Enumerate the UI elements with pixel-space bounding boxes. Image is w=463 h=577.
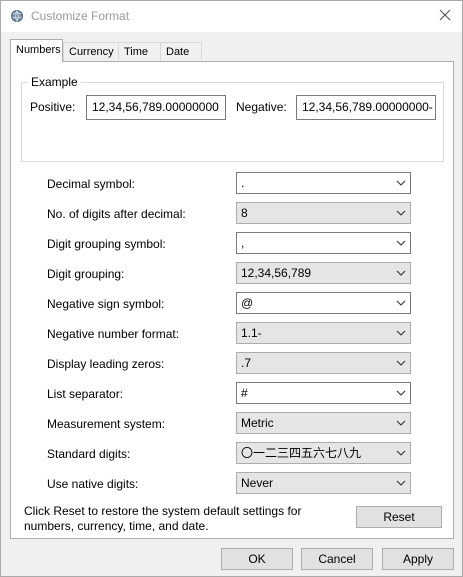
apply-button[interactable]: Apply [382, 548, 454, 570]
decimal-symbol-combo[interactable]: . [236, 172, 411, 194]
tab-date[interactable]: Date [160, 42, 202, 61]
chevron-down-icon [396, 450, 406, 456]
negative-sign-symbol-label: Negative sign symbol: [47, 297, 165, 311]
cancel-button[interactable]: Cancel [301, 548, 373, 570]
tab-currency[interactable]: Currency [63, 42, 119, 61]
digits-after-decimal-label: No. of digits after decimal: [47, 207, 186, 221]
window-title: Customize Format [31, 9, 130, 23]
measurement-system-dropdown[interactable]: Metric [236, 412, 411, 434]
chevron-down-icon[interactable] [396, 298, 406, 308]
example-group [21, 82, 444, 162]
tab-label: Currency [69, 46, 114, 58]
negative-number-format-label: Negative number format: [47, 327, 180, 341]
digit-grouping-symbol-combo[interactable]: , [236, 232, 411, 254]
reset-description: Click Reset to restore the system defaul… [24, 504, 324, 534]
decimal-symbol-label: Decimal symbol: [47, 177, 136, 191]
display-leading-zeros-label: Display leading zeros: [47, 357, 165, 371]
example-group-label: Example [28, 75, 81, 89]
combo-value: 12,34,56,789 [241, 266, 312, 280]
combo-value: 1.1- [241, 326, 262, 340]
chevron-down-icon[interactable] [396, 178, 406, 188]
combo-value: Never [241, 476, 274, 490]
tab-label: Date [166, 46, 190, 58]
region-globe-icon [10, 9, 24, 23]
combo-value: , [241, 236, 245, 250]
tab-label: Numbers [16, 44, 61, 56]
negative-sign-symbol-combo[interactable]: @ [236, 292, 411, 314]
standard-digits-dropdown[interactable]: 〇一二三四五六七八九 [236, 442, 411, 464]
positive-label: Positive: [30, 100, 76, 114]
digit-grouping-symbol-label: Digit grouping symbol: [47, 237, 166, 251]
chevron-down-icon [396, 210, 406, 216]
tab-numbers[interactable]: Numbers [10, 39, 63, 62]
reset-description-line: Click Reset to restore the system defaul… [24, 504, 302, 518]
chevron-down-icon[interactable] [396, 238, 406, 248]
ok-button[interactable]: OK [221, 548, 293, 570]
tab-time[interactable]: Time [118, 42, 161, 61]
negative-example-box: 12,34,56,789.00000000- [296, 95, 436, 120]
combo-value: # [241, 386, 248, 400]
negative-number-format-dropdown[interactable]: 1.1- [236, 322, 411, 344]
measurement-system-label: Measurement system: [47, 417, 166, 431]
chevron-down-icon [396, 330, 406, 336]
use-native-digits-dropdown[interactable]: Never [236, 472, 411, 494]
reset-description-line: numbers, currency, time, and date. [24, 519, 209, 533]
digit-grouping-label: Digit grouping: [47, 267, 125, 281]
tab-label: Time [124, 46, 149, 58]
use-native-digits-label: Use native digits: [47, 477, 139, 491]
combo-value: Metric [241, 416, 274, 430]
digits-after-decimal-dropdown[interactable]: 8 [236, 202, 411, 224]
display-leading-zeros-dropdown[interactable]: .7 [236, 352, 411, 374]
negative-label: Negative: [236, 100, 287, 114]
list-separator-label: List separator: [47, 387, 124, 401]
combo-value: .7 [241, 356, 252, 370]
customize-format-dialog: Customize Format Numbers Currency Time D… [0, 0, 463, 577]
chevron-down-icon [396, 360, 406, 366]
chevron-down-icon [396, 480, 406, 486]
close-button[interactable] [428, 1, 462, 32]
close-icon [439, 9, 451, 24]
chevron-down-icon [396, 270, 406, 276]
title-bar: Customize Format [1, 1, 462, 32]
combo-value: @ [241, 296, 254, 310]
reset-button[interactable]: Reset [356, 506, 442, 528]
positive-example-box: 12,34,56,789.00000000 [86, 95, 226, 120]
digit-grouping-dropdown[interactable]: 12,34,56,789 [236, 262, 411, 284]
combo-value: . [241, 176, 245, 190]
combo-value: 〇一二三四五六七八九 [241, 446, 362, 460]
combo-value: 8 [241, 206, 248, 220]
standard-digits-label: Standard digits: [47, 447, 131, 461]
chevron-down-icon[interactable] [396, 388, 406, 398]
list-separator-combo[interactable]: # [236, 382, 411, 404]
chevron-down-icon [396, 420, 406, 426]
